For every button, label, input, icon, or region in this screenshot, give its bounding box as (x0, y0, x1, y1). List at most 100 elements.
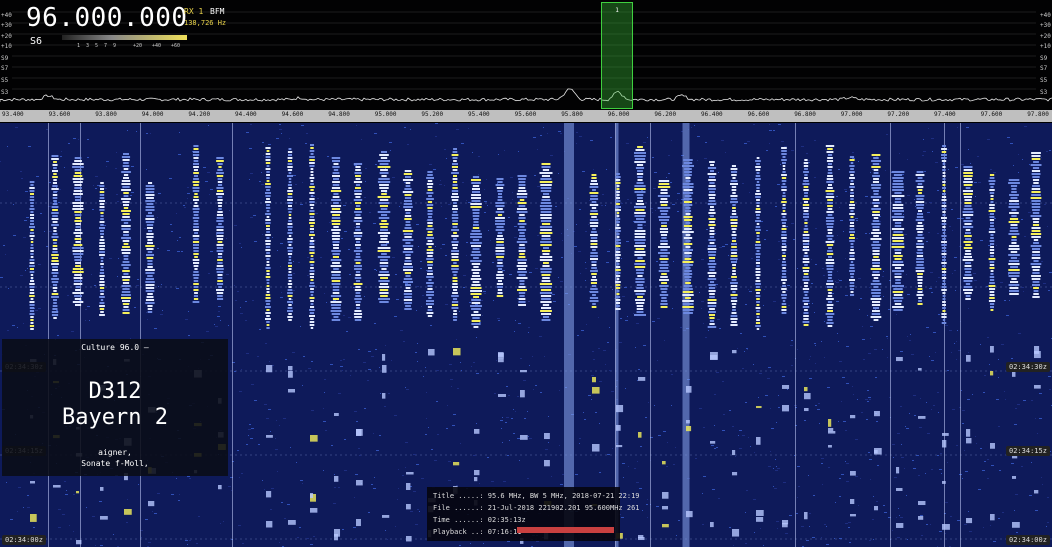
waterfall-signal (616, 293, 620, 295)
playback-progress-bar[interactable] (517, 527, 614, 533)
waterfall-signal (123, 195, 129, 197)
waterfall-signal (310, 180, 314, 182)
waterfall-noise (5, 254, 6, 255)
waterfall-noise (822, 268, 824, 269)
waterfall-signal (826, 283, 834, 285)
waterfall-signal (473, 257, 479, 259)
waterfall-signal (942, 184, 946, 186)
waterfall-signal (874, 506, 879, 511)
waterfall-signal (827, 229, 833, 231)
waterfall-noise (305, 143, 307, 144)
waterfall-signal (730, 201, 738, 203)
waterfall-signal (892, 297, 904, 299)
waterfall-noise (343, 315, 345, 316)
waterfall-signal (334, 529, 341, 537)
vfo-marker[interactable]: 1 (601, 2, 633, 109)
waterfall-signal (592, 387, 600, 394)
waterfall-signal (194, 232, 198, 234)
waterfall-signal (217, 169, 223, 171)
waterfall-noise (309, 248, 311, 249)
waterfall-signal (708, 212, 716, 214)
waterfall-noise (791, 150, 794, 151)
waterfall-signal (496, 295, 504, 297)
waterfall-noise (459, 311, 460, 312)
waterfall-signal (380, 235, 388, 237)
waterfall-signal (516, 211, 528, 213)
waterfall-noise (435, 246, 436, 247)
waterfall-signal (355, 247, 361, 249)
waterfall-signal (426, 183, 434, 185)
waterfall-signal (309, 240, 315, 242)
waterfall-signal (942, 226, 946, 228)
mode-label[interactable]: BFM (210, 7, 224, 16)
waterfall-signal (309, 165, 315, 167)
waterfall-signal (355, 196, 361, 198)
waterfall-noise (635, 347, 636, 348)
waterfall-noise (416, 224, 419, 225)
waterfall-signal (332, 253, 340, 255)
waterfall-signal (684, 171, 692, 173)
waterfall-signal (287, 169, 293, 171)
waterfall-signal (426, 282, 434, 284)
waterfall-signal (942, 307, 946, 309)
waterfall-signal (497, 286, 503, 288)
waterfall-signal (287, 193, 293, 195)
waterfall-noise (258, 444, 260, 445)
waterfall-signal (989, 267, 995, 269)
waterfall-signal (452, 178, 458, 180)
frequency-axis[interactable]: 93.400 93.600 93.800 94.000 94.200 94.400 94.6… (0, 110, 1052, 122)
waterfall-signal (122, 240, 130, 242)
db-label: +20 (1, 33, 12, 40)
waterfall-signal (403, 293, 413, 295)
waterfall-noise (694, 125, 695, 126)
waterfall-noise (654, 172, 657, 173)
waterfall-noise (484, 293, 486, 294)
waterfall-noise (734, 170, 736, 171)
waterfall-noise (962, 257, 963, 258)
waterfall-signal (942, 292, 946, 294)
waterfall-signal (332, 160, 340, 162)
waterfall-noise (148, 542, 151, 543)
waterfall-signal (288, 229, 292, 231)
waterfall-signal (615, 248, 621, 250)
waterfall-signal (781, 231, 787, 233)
waterfall-signal (637, 179, 643, 181)
waterfall-signal (916, 258, 924, 260)
waterfall-display[interactable] (0, 123, 1052, 547)
waterfall-noise (177, 251, 180, 252)
waterfall-noise (91, 274, 92, 275)
waterfall-signal (962, 259, 974, 261)
waterfall-noise (436, 370, 439, 371)
waterfall-signal (891, 243, 905, 245)
waterfall-signal (803, 291, 809, 293)
spectrum-display[interactable]: +40 +30 +20 +10 S9 S7 S5 S3 +40 +30 +20 +10 S9 S7 S5 S… (0, 0, 1052, 111)
waterfall-signal (731, 186, 737, 188)
waterfall-signal (265, 276, 271, 278)
waterfall-signal (497, 292, 503, 294)
waterfall-signal (849, 270, 855, 272)
waterfall-signal (965, 187, 971, 189)
waterfall-signal (539, 226, 553, 228)
waterfall-signal (635, 281, 645, 283)
waterfall-noise (517, 396, 519, 397)
waterfall-signal (662, 524, 669, 528)
waterfall-signal (72, 163, 84, 165)
waterfall-noise (7, 146, 8, 147)
waterfall-noise (607, 342, 609, 343)
waterfall-signal (657, 195, 670, 197)
waterfall-signal (473, 224, 479, 226)
waterfall-signal (309, 243, 315, 245)
waterfall-signal (849, 225, 855, 227)
waterfall-signal (942, 187, 946, 189)
waterfall-noise (420, 268, 422, 269)
waterfall-signal (660, 288, 668, 290)
waterfall-noise (265, 343, 267, 344)
waterfall-signal (74, 256, 82, 258)
waterfall-signal (216, 214, 223, 216)
waterfall-signal (1008, 203, 1020, 205)
waterfall-signal (309, 210, 315, 212)
frequency-display[interactable]: 96.000.000 (26, 3, 188, 33)
waterfall-noise (95, 176, 98, 177)
waterfall-noise (699, 292, 700, 293)
waterfall-signal (989, 297, 995, 299)
